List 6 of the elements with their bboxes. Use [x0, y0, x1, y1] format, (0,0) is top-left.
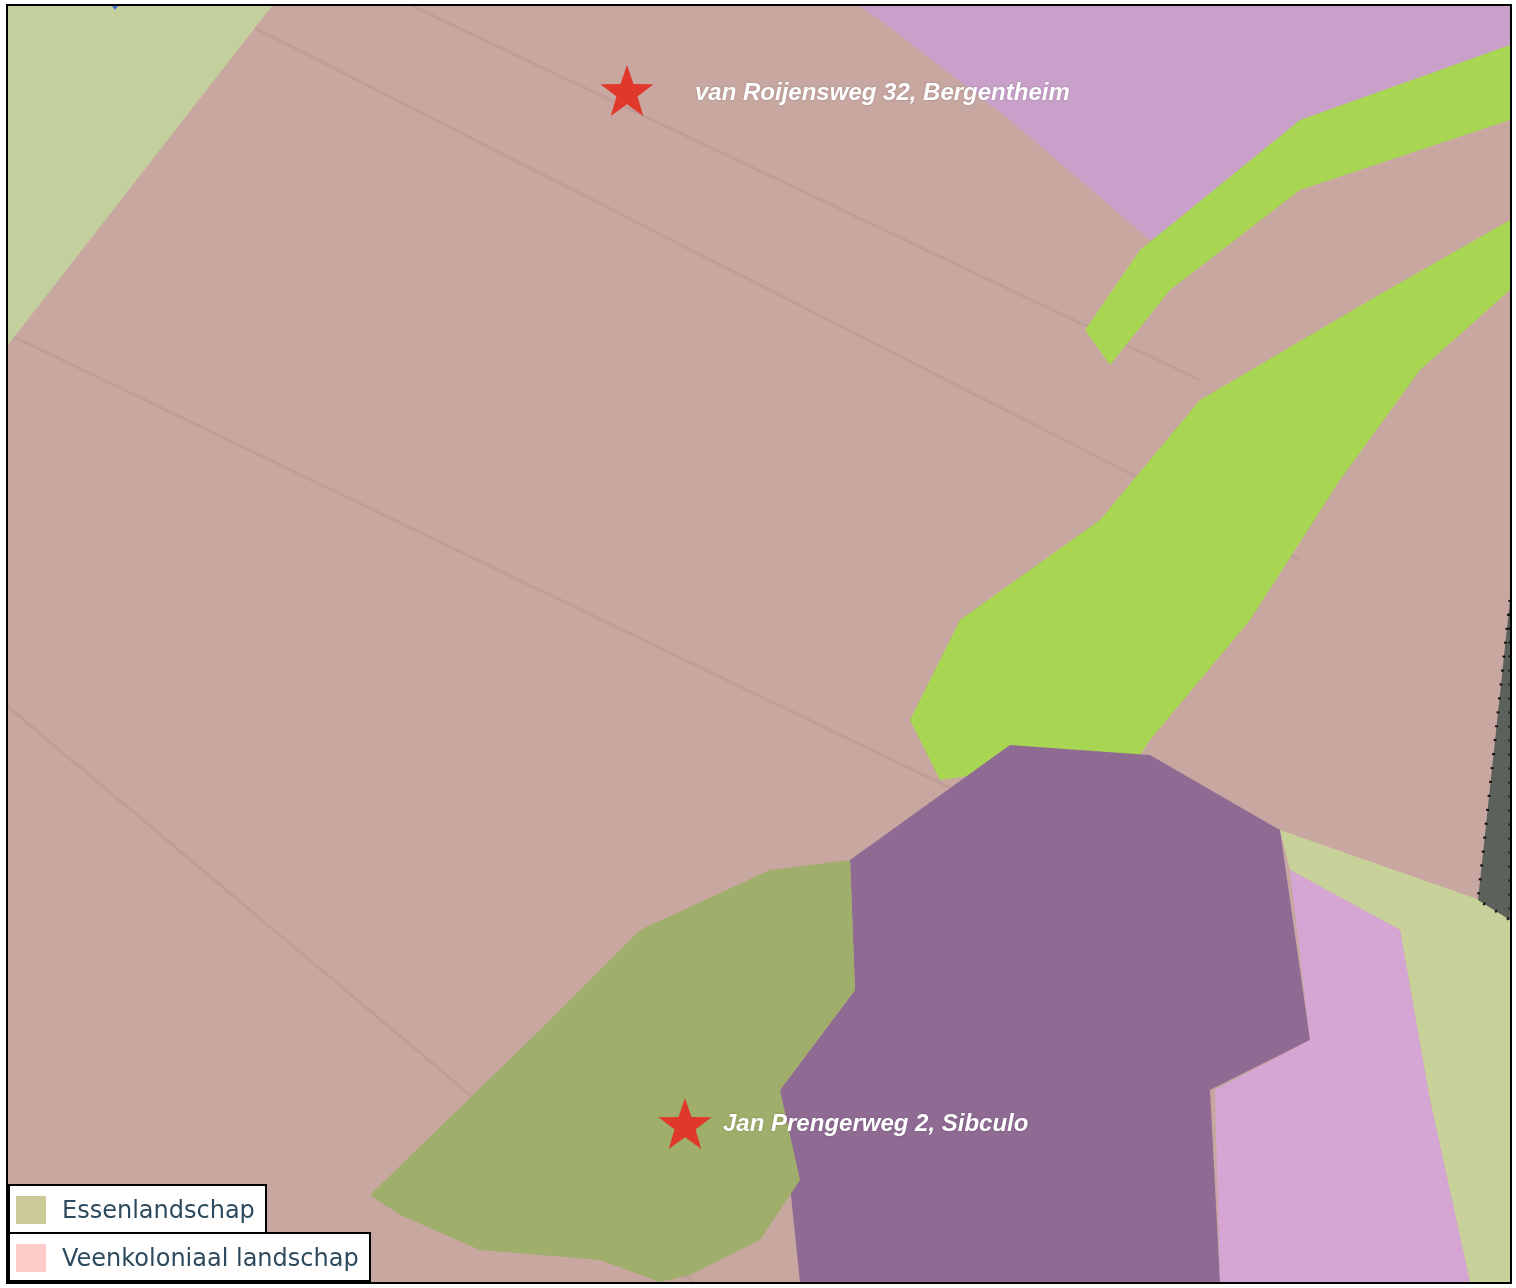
location-label: van Roijensweg 32, Bergentheim	[695, 78, 1070, 106]
star-icon	[599, 64, 655, 118]
legend-label: Essenlandschap	[62, 1196, 255, 1224]
location-label: Jan Prengerweg 2, Sibculo	[723, 1109, 1029, 1137]
legend-label: Veenkoloniaal landschap	[62, 1244, 359, 1272]
star-icon	[657, 1097, 713, 1151]
